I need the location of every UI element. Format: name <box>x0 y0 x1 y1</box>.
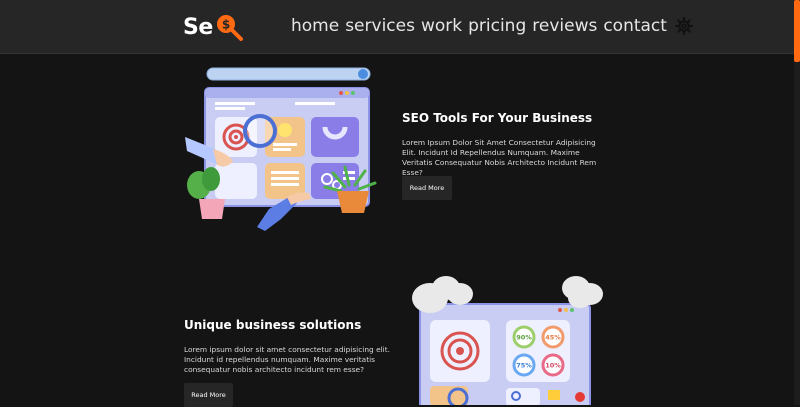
section1-body: Lorem Ipsum Dolor Sit Amet Consectetur A… <box>402 138 597 177</box>
magnifier-dollar-icon: $ <box>216 15 243 41</box>
stat-10: 10% <box>545 362 561 370</box>
stat-75: 75% <box>516 362 532 370</box>
stat-90: 90% <box>516 334 532 342</box>
scrollbar-track[interactable] <box>794 0 800 405</box>
nav-work[interactable]: work <box>421 16 462 36</box>
nav-reviews[interactable]: reviews <box>532 16 597 36</box>
stat-45: 45% <box>545 334 561 342</box>
nav-services[interactable]: services <box>345 16 415 36</box>
main-nav: home services work pricing reviews conta… <box>291 16 693 36</box>
top-navbar: Se $ home services work pricing reviews … <box>0 0 800 54</box>
section1-read-more-button[interactable]: Read More <box>402 176 452 200</box>
business-solutions-illustration: 90% 45% 75% 10% <box>412 276 603 405</box>
section2-body: Lorem ipsum dolor sit amet consectetur a… <box>184 345 390 374</box>
section1-title: SEO Tools For Your Business <box>402 111 593 125</box>
nav-pricing[interactable]: pricing <box>468 16 526 36</box>
nav-contact[interactable]: contact <box>603 16 667 36</box>
gear-icon[interactable] <box>674 17 693 35</box>
seo-tools-illustration <box>185 67 377 231</box>
section2-read-more-button[interactable]: Read More <box>184 383 233 407</box>
nav-home[interactable]: home <box>291 16 339 36</box>
logo-text: Se <box>183 14 213 40</box>
svg-text:$: $ <box>222 18 230 32</box>
logo[interactable]: Se $ <box>183 12 244 42</box>
section2-title: Unique business solutions <box>184 318 362 332</box>
scrollbar-thumb[interactable] <box>794 0 800 62</box>
